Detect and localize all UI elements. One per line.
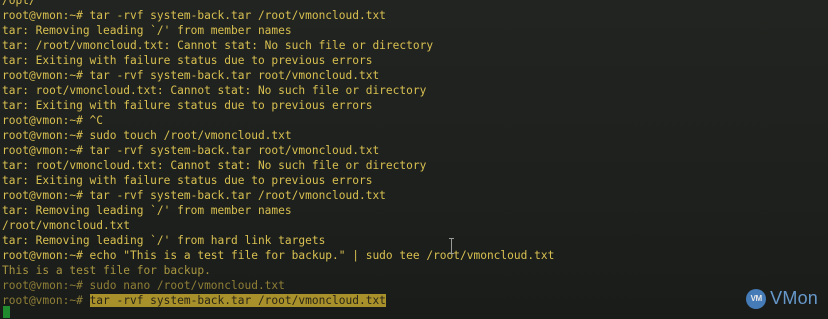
watermark-text: VMon — [770, 288, 818, 308]
terminal-line: root@vmon:~# tar -rvf system-back.tar ro… — [2, 144, 380, 157]
text-cursor-icon — [448, 238, 456, 254]
vmon-watermark: VM VMon — [746, 288, 818, 309]
terminal-line: tar: Removing leading `/' from member na… — [2, 24, 292, 37]
terminal-line: This is a test file for backup. — [2, 264, 211, 277]
prompt-text: root@vmon:~# — [2, 294, 90, 307]
vmon-logo-icon: VM — [746, 288, 767, 309]
terminal-line: tar: Exiting with failure status due to … — [2, 99, 373, 112]
terminal-line: root@vmon:~# echo "This is a test file f… — [2, 249, 555, 262]
terminal-line: tar: Exiting with failure status due to … — [2, 54, 373, 67]
terminal-line: root@vmon:~# tar -rvf system-back.tar /r… — [2, 9, 386, 22]
terminal-output: /opt/ root@vmon:~# tar -rvf system-back.… — [2, 0, 828, 308]
terminal-line: tar: root/vmoncloud.txt: Cannot stat: No… — [2, 159, 427, 172]
terminal-line: /root/vmoncloud.txt — [2, 219, 130, 232]
terminal-line: root@vmon:~# sudo touch /root/vmoncloud.… — [2, 129, 292, 142]
terminal-line: root@vmon:~# ^C — [2, 114, 104, 127]
terminal-cursor — [3, 306, 10, 318]
terminal-window[interactable]: /opt/ root@vmon:~# tar -rvf system-back.… — [0, 0, 828, 319]
terminal-line: root@vmon:~# tar -rvf system-back.tar /r… — [2, 189, 386, 202]
terminal-line: /opt/ — [2, 0, 36, 7]
terminal-line: root@vmon:~# tar -rvf system-back.tar ro… — [2, 69, 380, 82]
terminal-line: tar: Exiting with failure status due to … — [2, 174, 373, 187]
terminal-line: root@vmon:~# sudo nano /root/vmoncloud.t… — [2, 279, 285, 292]
terminal-line: tar: root/vmoncloud.txt: Cannot stat: No… — [2, 84, 427, 97]
terminal-line: tar: /root/vmoncloud.txt: Cannot stat: N… — [2, 39, 434, 52]
terminal-line: tar: Removing leading `/' from hard link… — [2, 234, 326, 247]
terminal-prompt-line: root@vmon:~# tar -rvf system-back.tar /r… — [2, 293, 828, 308]
selected-command-text[interactable]: tar -rvf system-back.tar /root/vmoncloud… — [89, 294, 386, 307]
terminal-line: tar: Removing leading `/' from member na… — [2, 204, 292, 217]
